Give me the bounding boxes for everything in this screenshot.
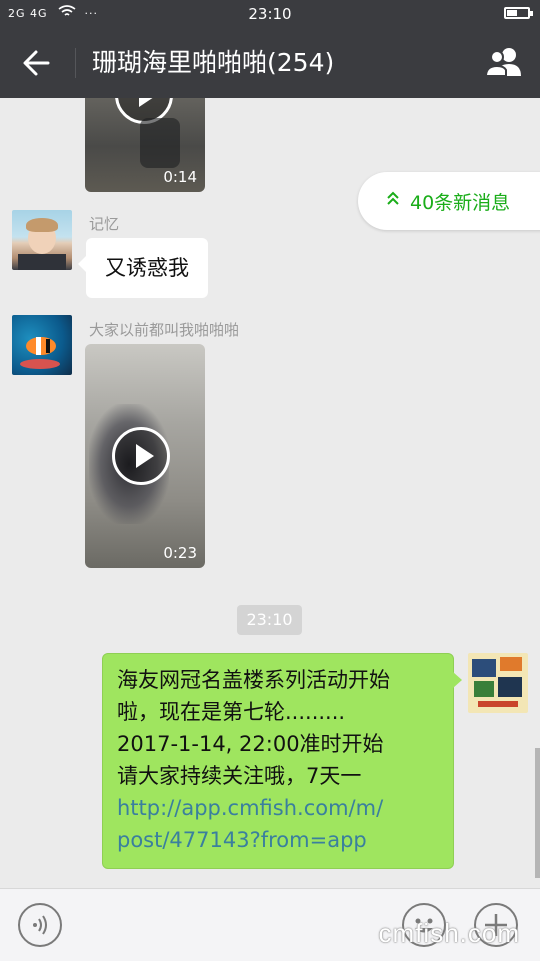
video-message[interactable]: 0:23 [85, 344, 205, 568]
outgoing-text-message[interactable]: 海友网冠名盖楼系列活动开始 啦，现在是第七轮......... 2017-1-1… [102, 653, 462, 869]
scrollbar[interactable] [535, 748, 540, 878]
input-bar: cmfish.com [0, 888, 540, 961]
header-divider [75, 48, 76, 78]
status-bar: 2G 4G ··· 23:10 [0, 0, 540, 28]
battery-icon [504, 7, 533, 19]
video-duration: 0:14 [163, 168, 197, 186]
double-chevron-up-icon [386, 190, 400, 210]
play-icon[interactable] [112, 427, 170, 485]
message-line: 海友网冠名盖楼系列活动开始 [117, 668, 390, 692]
sender-name: 记忆 [89, 215, 120, 233]
text-message[interactable]: 又诱惑我 [78, 238, 208, 298]
message-line: 2017-1-14, 22:00准时开始 [117, 732, 384, 756]
new-messages-button[interactable]: 40条新消息 [358, 172, 540, 230]
timestamp-badge: 23:10 [237, 605, 302, 635]
video-duration: 0:23 [163, 544, 197, 562]
group-members-icon[interactable] [482, 44, 526, 80]
chat-title: 珊瑚海里啪啪啪(254) [92, 48, 335, 77]
new-messages-label: 40条新消息 [410, 192, 511, 214]
voice-icon[interactable] [18, 903, 62, 947]
back-arrow-icon[interactable] [20, 46, 56, 80]
message-link[interactable]: post/477143?from=app [117, 824, 441, 856]
watermark: cmfish.com [378, 918, 520, 948]
message-link[interactable]: http://app.cmfish.com/m/ [117, 792, 441, 824]
avatar[interactable] [12, 315, 72, 375]
message-line: 啦，现在是第七轮......... [117, 700, 346, 724]
sender-name: 大家以前都叫我啪啪啪 [89, 321, 240, 339]
avatar[interactable] [12, 210, 72, 270]
video-message[interactable]: 0:14 [85, 98, 205, 192]
chat-area[interactable]: 0:14 40条新消息 记忆 又诱惑我 大家以前都叫我啪啪啪 0:23 23:1… [0, 98, 540, 888]
chat-header: 珊瑚海里啪啪啪(254) [0, 28, 540, 98]
avatar[interactable] [468, 653, 528, 713]
message-line: 请大家持续关注哦，7天一 [117, 764, 362, 788]
status-time: 23:10 [248, 5, 292, 23]
